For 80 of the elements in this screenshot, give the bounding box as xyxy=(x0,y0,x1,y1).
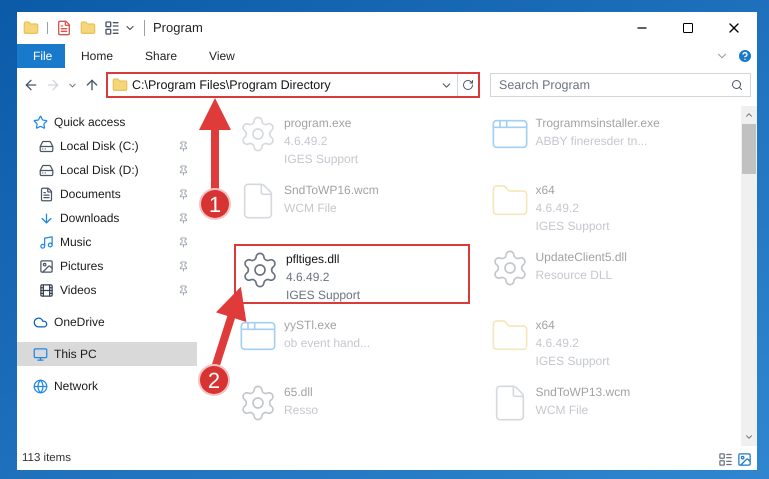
refresh-icon[interactable] xyxy=(462,79,474,91)
back-icon[interactable] xyxy=(23,77,39,93)
file-detail: 4.6.49.2 xyxy=(284,133,328,150)
film-icon xyxy=(39,282,54,298)
file-detail: WCM File xyxy=(536,402,590,419)
cloud-icon xyxy=(33,314,48,330)
file-name: SndToWP13.wcm xyxy=(536,384,630,401)
file-name: x64 xyxy=(536,182,556,200)
sidebar-item[interactable]: Videos xyxy=(17,278,197,302)
view-list-icon[interactable] xyxy=(104,20,120,36)
file-name: yySTl.exe xyxy=(284,316,338,334)
sidebar-item[interactable]: Downloads xyxy=(17,206,197,230)
globe-icon xyxy=(33,378,48,394)
download-arrow-icon xyxy=(39,210,54,226)
file-name: UpdateClient5.dll xyxy=(536,249,627,266)
file-name: SndToWP16.wcm xyxy=(284,182,379,200)
sidebar-label: Quick access xyxy=(54,114,126,131)
file-detail: Resource DLL xyxy=(536,267,614,284)
sidebar-item[interactable]: Pictures xyxy=(17,254,197,278)
maximize-icon xyxy=(682,22,694,34)
sidebar-label: Videos xyxy=(60,282,96,299)
sidebar-item[interactable]: Music xyxy=(17,230,197,254)
ribbon-tab[interactable]: Share xyxy=(129,44,194,68)
sidebar-label: Music xyxy=(60,234,92,251)
file-item[interactable]: pfltiges.dll 4.6.49.2 IGES Support xyxy=(234,244,470,304)
document-icon xyxy=(39,186,54,202)
file-detail: 4.6.49.2 xyxy=(536,200,580,218)
sidebar-label: Local Disk (D:) xyxy=(60,162,139,179)
drive-icon xyxy=(39,162,54,178)
sidebar-label: Network xyxy=(54,378,98,395)
file-detail: IGES Support xyxy=(286,287,360,304)
file-detail: Resso xyxy=(284,402,318,419)
search-icon xyxy=(731,79,743,91)
file-detail: IGES Support xyxy=(284,151,358,168)
music-note-icon xyxy=(39,234,54,250)
properties-icon[interactable] xyxy=(56,20,72,36)
search-field[interactable]: Search Program xyxy=(490,73,751,97)
sidebar-label: Pictures xyxy=(60,258,104,275)
file-name: Trogrammsinstaller.exe xyxy=(536,115,660,132)
sidebar-item[interactable]: This PC xyxy=(17,342,197,366)
star-icon xyxy=(33,114,48,130)
file-detail: IGES Support xyxy=(536,218,610,236)
file-detail: 4.6.49.2 xyxy=(536,334,580,352)
file-name: 65.dll xyxy=(284,384,314,401)
details-view-icon[interactable] xyxy=(718,452,733,466)
sidebar-item[interactable]: OneDrive xyxy=(17,310,197,334)
sidebar-item[interactable]: Documents xyxy=(17,182,197,206)
scroll-thumb[interactable] xyxy=(742,124,756,174)
sidebar-item[interactable]: Quick access xyxy=(17,110,197,134)
ribbon-tab[interactable]: File xyxy=(17,44,65,68)
file-detail: ABBY fineresder tn... xyxy=(536,133,648,150)
file-detail: 4.6.49.2 xyxy=(286,269,330,286)
file-detail: WCM File xyxy=(284,200,338,218)
ribbon-tab[interactable]: View xyxy=(193,44,251,68)
sidebar-label: This PC xyxy=(54,346,97,363)
file-name: pfltiges.dll xyxy=(286,251,340,268)
up-icon[interactable] xyxy=(84,77,100,93)
monitor-icon xyxy=(33,346,48,362)
sidebar-label: OneDrive xyxy=(54,314,105,331)
folder-icon xyxy=(112,77,128,93)
sidebar-item[interactable]: Local Disk (D:) xyxy=(17,158,197,182)
file-detail: IGES Support xyxy=(536,352,610,370)
help-icon[interactable] xyxy=(737,48,753,64)
window-title: Program xyxy=(153,19,203,38)
address-path: C:\Program Files\Program Directory xyxy=(132,76,331,94)
file-detail: ob event hand... xyxy=(284,334,370,352)
sidebar-item[interactable]: Local Disk (C:) xyxy=(17,134,197,158)
picture-icon xyxy=(39,258,54,274)
address-bar[interactable]: C:\Program Files\Program Directory xyxy=(106,72,480,98)
ribbon-tab[interactable]: Home xyxy=(65,44,130,68)
file-name: program.exe xyxy=(284,115,352,132)
sidebar-label: Downloads xyxy=(60,210,120,227)
item-count: 113 items xyxy=(22,451,72,466)
large-icons-view-icon[interactable] xyxy=(737,452,752,466)
sidebar-label: Documents xyxy=(60,186,121,203)
drive-icon xyxy=(39,138,54,154)
scrollbar[interactable] xyxy=(741,106,757,446)
sidebar-label: Local Disk (C:) xyxy=(60,138,139,155)
file-name: x64 xyxy=(536,316,556,334)
sidebar-item[interactable]: Network xyxy=(17,374,197,398)
